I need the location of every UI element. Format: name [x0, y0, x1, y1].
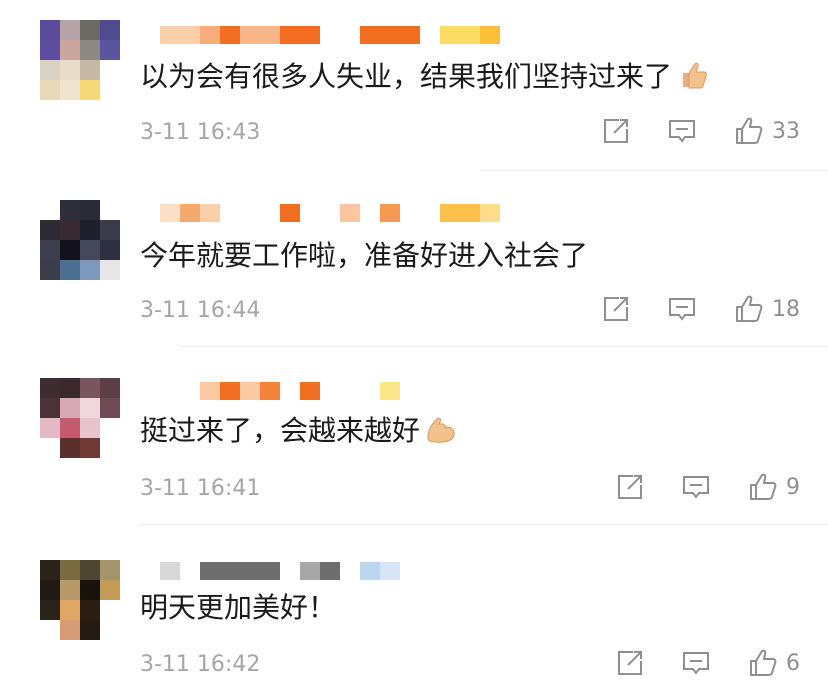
comment-text: 今年就要工作啦，准备好进入社会了 [140, 239, 589, 272]
like-count: 33 [772, 118, 800, 144]
reply-button[interactable] [682, 473, 710, 501]
like-button[interactable]: 33 [734, 116, 800, 146]
avatar[interactable] [40, 20, 120, 100]
like-count: 18 [772, 296, 800, 322]
flexed-biceps-emoji [427, 418, 455, 443]
reply-button[interactable] [668, 117, 696, 145]
thumbs-up-icon [736, 117, 763, 144]
repost-button[interactable] [616, 649, 644, 677]
like-button[interactable]: 6 [748, 648, 800, 678]
repost-button[interactable] [602, 295, 630, 323]
avatar[interactable] [40, 560, 120, 640]
reply-button[interactable] [682, 649, 710, 677]
comment-timestamp: 3-11 16:41 [140, 476, 261, 501]
comment-text: 明天更加美好！ [140, 591, 337, 624]
divider [140, 524, 828, 525]
like-count: 9 [786, 474, 800, 500]
repost-button[interactable] [602, 117, 630, 145]
comment-text: 挺过来了，会越来越好 [140, 412, 458, 449]
comment-timestamp: 3-11 16:44 [140, 298, 261, 323]
comment-icon [683, 652, 709, 675]
repost-button[interactable] [616, 473, 644, 501]
comment-text: 以为会有很多人失业，结果我们坚持过来了 [140, 58, 710, 95]
username-redacted[interactable] [160, 380, 400, 402]
comment-icon [669, 120, 695, 143]
repost-icon [618, 475, 642, 499]
avatar[interactable] [40, 378, 120, 458]
username-redacted[interactable] [160, 24, 500, 46]
thumbs-up-icon [750, 649, 777, 676]
comment-icon [683, 476, 709, 499]
comment-icon [669, 298, 695, 321]
thumbs-up-emoji [683, 62, 707, 89]
repost-icon [604, 297, 628, 321]
like-count: 6 [786, 650, 800, 676]
divider [480, 170, 828, 171]
reply-button[interactable] [668, 295, 696, 323]
repost-icon [618, 651, 642, 675]
thumbs-up-icon [750, 473, 777, 500]
repost-icon [604, 119, 628, 143]
thumbs-up-icon [736, 295, 763, 322]
username-redacted[interactable] [160, 560, 400, 582]
comment-timestamp: 3-11 16:43 [140, 120, 261, 145]
username-redacted[interactable] [160, 202, 500, 224]
like-button[interactable]: 9 [748, 472, 800, 502]
avatar[interactable] [40, 200, 120, 280]
like-button[interactable]: 18 [734, 294, 800, 324]
divider [180, 346, 828, 347]
comment-timestamp: 3-11 16:42 [140, 652, 261, 677]
